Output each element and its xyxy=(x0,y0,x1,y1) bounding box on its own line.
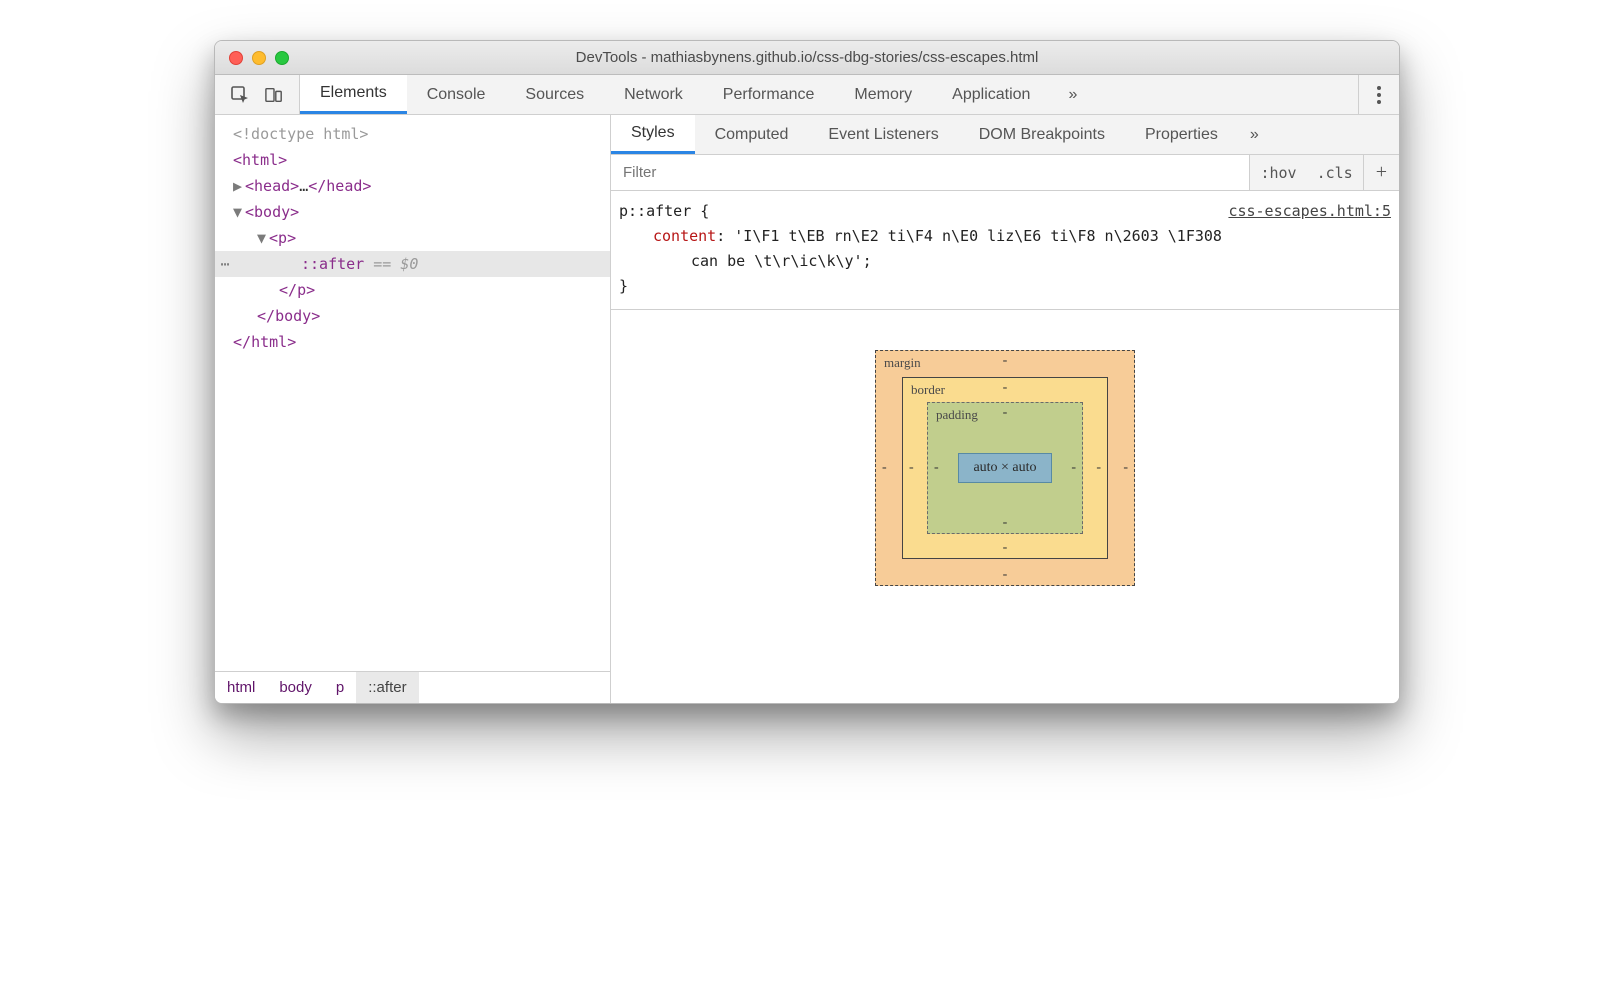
subtab-computed[interactable]: Computed xyxy=(695,115,809,154)
tabs-overflow-button[interactable]: » xyxy=(1050,75,1095,114)
dom-node-body-open[interactable]: ▼<body> xyxy=(215,199,610,225)
subtab-properties[interactable]: Properties xyxy=(1125,115,1238,154)
window-close-button[interactable] xyxy=(229,51,243,65)
inspect-element-icon[interactable] xyxy=(231,86,249,104)
toolbar-icon-group xyxy=(215,75,300,114)
elements-tree-pane: <!doctype html> <html> ▶<head>…</head> ▼… xyxy=(215,115,611,703)
breadcrumb-item-after[interactable]: ::after xyxy=(356,672,418,703)
rule-selector[interactable]: p::after { xyxy=(619,199,709,224)
panel-tabs: Elements Console Sources Network Perform… xyxy=(300,75,1358,114)
window-traffic-lights xyxy=(229,51,289,65)
styles-subtabs: Styles Computed Event Listeners DOM Brea… xyxy=(611,115,1399,155)
style-rule-block[interactable]: p::after { css-escapes.html:5 content: '… xyxy=(611,191,1399,310)
tab-network[interactable]: Network xyxy=(604,75,703,114)
rule-property-line[interactable]: content: 'I\F1 t\EB rn\E2 ti\F4 n\E0 liz… xyxy=(619,224,1391,249)
hover-toggle-button[interactable]: :hov xyxy=(1250,155,1306,190)
box-model-diagram[interactable]: margin - - - - border - - - - paddin xyxy=(875,350,1135,586)
styles-filter-buttons: :hov .cls + xyxy=(1249,155,1399,190)
menu-kebab-icon[interactable] xyxy=(1377,86,1381,104)
tab-sources[interactable]: Sources xyxy=(505,75,604,114)
disclosure-down-icon[interactable]: ▼ xyxy=(257,225,269,251)
dom-node-html-close[interactable]: </html> xyxy=(215,329,610,355)
toolbar-right-group xyxy=(1358,75,1399,114)
box-model-padding[interactable]: padding - - - - auto × auto xyxy=(927,402,1083,534)
tab-memory[interactable]: Memory xyxy=(834,75,932,114)
rule-close-brace: } xyxy=(619,274,1391,299)
dom-node-selected[interactable]: ⋯ ::after == $0 xyxy=(215,251,610,277)
device-toolbar-icon[interactable] xyxy=(265,86,283,104)
subtab-dom-breakpoints[interactable]: DOM Breakpoints xyxy=(959,115,1125,154)
dom-node-p-close[interactable]: </p> xyxy=(215,277,610,303)
styles-filter-row: :hov .cls + xyxy=(611,155,1399,191)
styles-filter-input[interactable] xyxy=(611,155,1249,190)
chevron-double-right-icon: » xyxy=(1068,86,1077,104)
box-model-area: margin - - - - border - - - - paddin xyxy=(611,310,1399,703)
subtabs-overflow-button[interactable]: » xyxy=(1238,115,1271,154)
main-split: <!doctype html> <html> ▶<head>…</head> ▼… xyxy=(215,115,1399,703)
main-toolbar: Elements Console Sources Network Perform… xyxy=(215,75,1399,115)
tab-elements[interactable]: Elements xyxy=(300,75,407,114)
tab-console[interactable]: Console xyxy=(407,75,506,114)
breadcrumb-item-body[interactable]: body xyxy=(267,672,324,703)
breadcrumb: html body p ::after xyxy=(215,671,610,703)
disclosure-down-icon[interactable]: ▼ xyxy=(233,199,245,225)
dom-node-head[interactable]: ▶<head>…</head> xyxy=(215,173,610,199)
chevron-double-right-icon: » xyxy=(1250,126,1259,144)
breadcrumb-item-p[interactable]: p xyxy=(324,672,356,703)
new-style-rule-button[interactable]: + xyxy=(1363,155,1399,190)
box-model-content[interactable]: auto × auto xyxy=(958,453,1052,483)
titlebar: DevTools - mathiasbynens.github.io/css-d… xyxy=(215,41,1399,75)
tab-application[interactable]: Application xyxy=(932,75,1050,114)
box-model-border[interactable]: border - - - - padding - - - - xyxy=(902,377,1108,559)
window-title: DevTools - mathiasbynens.github.io/css-d… xyxy=(215,49,1399,66)
dom-node-html-open[interactable]: <html> xyxy=(215,147,610,173)
subtab-event-listeners[interactable]: Event Listeners xyxy=(808,115,958,154)
window-minimize-button[interactable] xyxy=(252,51,266,65)
subtab-styles[interactable]: Styles xyxy=(611,115,695,154)
devtools-window: DevTools - mathiasbynens.github.io/css-d… xyxy=(214,40,1400,704)
dom-tree[interactable]: <!doctype html> <html> ▶<head>…</head> ▼… xyxy=(215,115,610,671)
rule-source-link[interactable]: css-escapes.html:5 xyxy=(1228,199,1391,224)
breadcrumb-item-html[interactable]: html xyxy=(215,672,267,703)
box-model-margin[interactable]: margin - - - - border - - - - paddin xyxy=(875,350,1135,586)
disclosure-right-icon[interactable]: ▶ xyxy=(233,173,245,199)
dom-node-p-open[interactable]: ▼<p> xyxy=(215,225,610,251)
dom-node-doctype[interactable]: <!doctype html> xyxy=(233,125,368,143)
styles-pane: Styles Computed Event Listeners DOM Brea… xyxy=(611,115,1399,703)
tab-performance[interactable]: Performance xyxy=(703,75,835,114)
window-zoom-button[interactable] xyxy=(275,51,289,65)
dom-node-body-close[interactable]: </body> xyxy=(215,303,610,329)
rule-property-line-cont[interactable]: can be \t\r\ic\k\y'; xyxy=(619,249,1391,274)
cls-toggle-button[interactable]: .cls xyxy=(1307,155,1363,190)
selected-row-menu-icon[interactable]: ⋯ xyxy=(215,251,235,277)
